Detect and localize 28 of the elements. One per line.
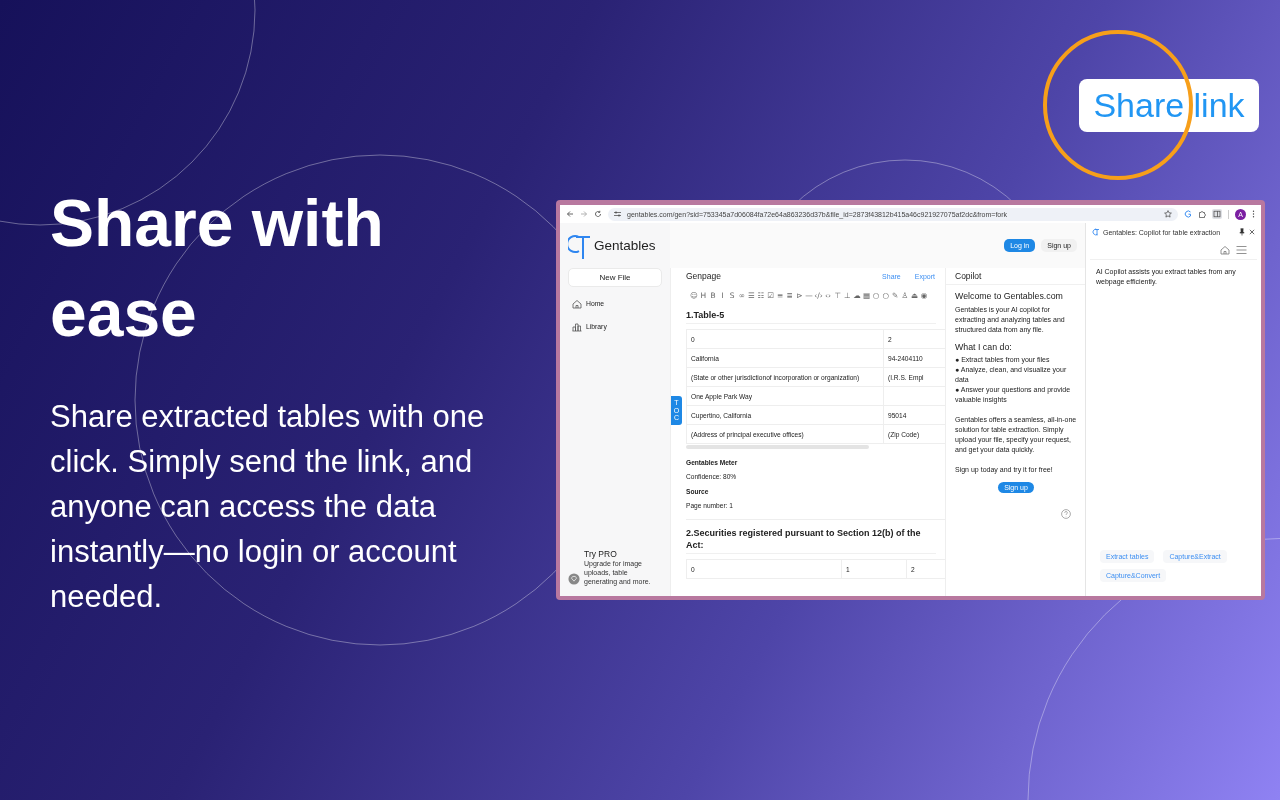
bar-chart-icon <box>572 321 582 332</box>
puzzle-icon[interactable] <box>1198 210 1206 218</box>
home-icon[interactable] <box>1220 245 1230 255</box>
new-file-button[interactable]: New File <box>568 268 662 287</box>
side-panel-icon[interactable] <box>1212 209 1222 219</box>
star-icon[interactable] <box>1164 210 1172 218</box>
g-logo-icon <box>1092 228 1099 236</box>
help-icon[interactable] <box>1061 508 1071 519</box>
g-logo-icon[interactable] <box>1184 210 1192 218</box>
welcome-heading: Welcome to Gentables.com <box>955 291 1064 301</box>
pin-icon[interactable] <box>1239 228 1245 236</box>
close-icon[interactable] <box>1249 229 1255 235</box>
editor-title: Genpage <box>686 271 722 281</box>
section-heading: 1.Table-5 <box>686 309 936 324</box>
home-icon <box>572 298 582 309</box>
tune-icon[interactable] <box>614 211 621 217</box>
capabilities-heading: What I can do: <box>955 342 1013 352</box>
description: Share extracted tables with one click. Simply send the link, and anyone can access the data instantly—no login or account needed. <box>50 398 486 616</box>
reload-icon[interactable] <box>594 210 602 218</box>
promo-title: Try PRO <box>584 549 618 559</box>
share-link-label: Share link <box>1079 79 1259 132</box>
logo-text: Gentables <box>594 238 656 253</box>
menu-icon[interactable] <box>1236 245 1247 255</box>
more-icon[interactable] <box>1252 210 1255 218</box>
section-heading: 2.Securities registered pursuant to Section 12(b) of the Act: <box>686 527 936 554</box>
back-icon[interactable] <box>566 210 574 218</box>
diamond-badge-icon <box>568 572 580 586</box>
headline: Share with ease <box>50 185 385 352</box>
